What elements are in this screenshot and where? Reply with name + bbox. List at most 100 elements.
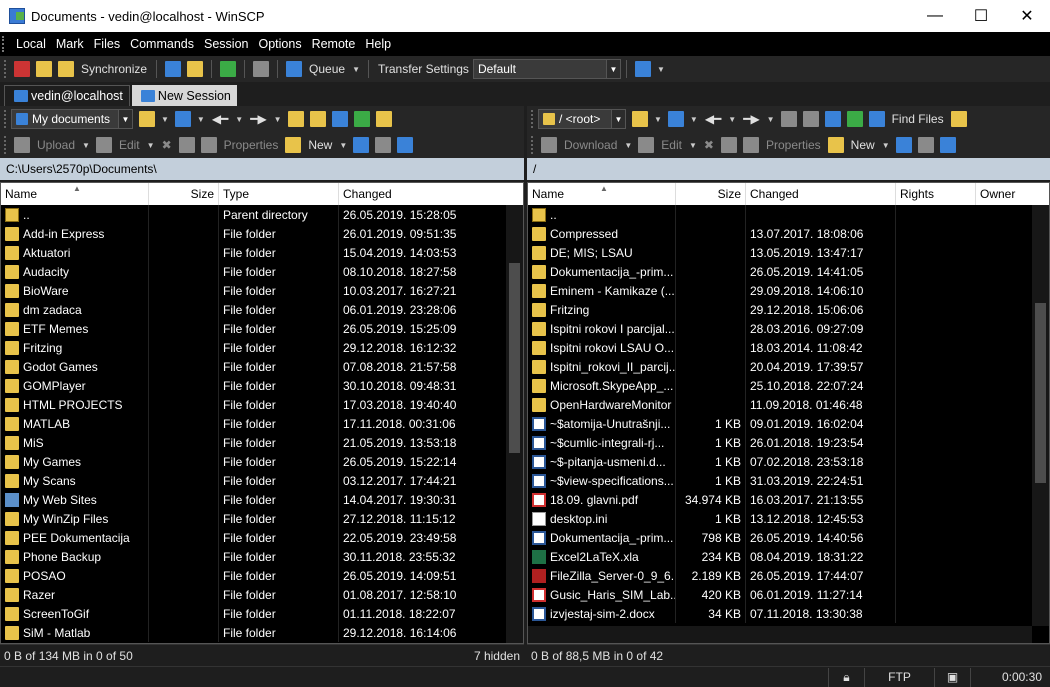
table-row[interactable]: Fritzing File folder 29.12.2018. 16:12:32 <box>1 338 523 357</box>
table-row[interactable]: Ispitni_rokovi_II_parcij... 20.04.2019. 1… <box>528 357 1049 376</box>
gear-icon[interactable] <box>253 61 270 77</box>
chevron-down-icon[interactable]: ▼ <box>197 115 205 124</box>
toolbar-grip[interactable] <box>531 110 534 128</box>
table-row[interactable]: Gusic_Haris_SIM_Lab... 420 KB 06.01.2019. … <box>528 585 1049 604</box>
chevron-down-icon[interactable]: ▼ <box>728 115 736 124</box>
close-button[interactable]: ✕ <box>1004 0 1050 32</box>
column-owner[interactable]: Owner <box>976 183 1046 205</box>
table-row[interactable]: 18.09. glavni.pdf 34.974 KB 16.03.2017. 21… <box>528 490 1049 509</box>
open-directory-icon[interactable] <box>632 111 648 127</box>
table-row[interactable]: PEE Dokumentacija File folder 22.05.2019. … <box>1 528 523 547</box>
transfer-settings-select[interactable]: Default ▼ <box>472 59 621 79</box>
table-row[interactable]: FileZilla_Server-0_9_6... 2.189 KB 26.05.2… <box>528 566 1049 585</box>
chevron-down-icon[interactable]: ▼ <box>611 110 625 128</box>
menu-session[interactable]: Session <box>199 37 253 51</box>
table-row[interactable]: ~$atomija-Unutrašnji... 1 KB 09.01.2019. 1… <box>528 414 1049 433</box>
parent-directory-icon[interactable] <box>780 111 797 127</box>
local-file-list[interactable]: ▲ Name Size Type Changed .. Parent direct… <box>0 182 524 644</box>
forward-icon[interactable]: ━▶ <box>246 112 270 126</box>
menu-files[interactable]: Files <box>89 37 125 51</box>
preferences-icon[interactable] <box>634 61 651 77</box>
table-row[interactable]: My WinZip Files File folder 27.12.2018. 11… <box>1 509 523 528</box>
menu-options[interactable]: Options <box>253 37 306 51</box>
table-row[interactable]: ~$cumlic-integrali-rj... 1 KB 26.01.2018. … <box>528 433 1049 452</box>
properties-button[interactable]: Properties <box>220 138 283 152</box>
home-icon[interactable] <box>331 111 348 127</box>
edit-icon[interactable] <box>95 137 112 153</box>
home-icon[interactable] <box>824 111 841 127</box>
table-row[interactable]: OpenHardwareMonitor 11.09.2018. 01:46:48 <box>528 395 1049 414</box>
column-changed[interactable]: Changed <box>746 183 896 205</box>
queue-icon[interactable] <box>220 61 237 77</box>
table-row[interactable]: MiS File folder 21.05.2019. 13:53:18 <box>1 433 523 452</box>
column-rights[interactable]: Rights <box>896 183 976 205</box>
table-row[interactable]: Dokumentacija_-prim... 26.05.2019. 14:41:… <box>528 262 1049 281</box>
table-row[interactable]: Dokumentacija_-prim... 798 KB 26.05.2019. … <box>528 528 1049 547</box>
table-row[interactable]: Compressed 13.07.2017. 18:08:06 <box>528 224 1049 243</box>
chevron-down-icon[interactable]: ▼ <box>767 115 775 124</box>
table-row[interactable]: GOMPlayer File folder 30.10.2018. 09:48:31 <box>1 376 523 395</box>
remote-horizontal-scrollbar[interactable] <box>528 626 1032 643</box>
table-row[interactable]: ETF Memes File folder 26.05.2019. 15:25:09 <box>1 319 523 338</box>
table-row[interactable]: ~$view-specifications... 1 KB 31.03.2019. … <box>528 471 1049 490</box>
table-row[interactable]: Eminem - Kamikaze (... 29.09.2018. 14:06:… <box>528 281 1049 300</box>
column-changed[interactable]: Changed <box>339 183 519 205</box>
download-icon[interactable] <box>541 137 557 153</box>
table-row[interactable]: ~$-pitanja-usmeni.d... 1 KB 07.02.2018. 23… <box>528 452 1049 471</box>
queue-button[interactable]: Queue <box>305 62 349 76</box>
tree-icon[interactable] <box>950 111 967 127</box>
local-location-select[interactable]: My documents ▼ <box>11 109 133 129</box>
parent-directory-icon[interactable] <box>287 111 304 127</box>
filter-icon[interactable] <box>174 111 191 127</box>
chevron-down-icon[interactable]: ▼ <box>118 110 132 128</box>
chevron-down-icon[interactable]: ▼ <box>274 115 282 124</box>
open-terminal-icon[interactable] <box>165 61 182 77</box>
unselect-all-icon[interactable] <box>917 137 934 153</box>
table-row[interactable]: Razer File folder 01.08.2017. 12:58:10 <box>1 585 523 604</box>
table-row[interactable]: Aktuatori File folder 15.04.2019. 14:03:53 <box>1 243 523 262</box>
putty-icon[interactable] <box>187 61 204 77</box>
toolbar-grip[interactable] <box>531 136 534 154</box>
table-row[interactable]: MATLAB File folder 17.11.2018. 00:31:06 <box>1 414 523 433</box>
compare-directories-icon[interactable] <box>14 61 30 77</box>
refresh-icon[interactable] <box>846 111 863 127</box>
properties-icon[interactable] <box>742 137 759 153</box>
maximize-button[interactable]: ☐ <box>958 0 1004 32</box>
refresh-icon[interactable] <box>353 111 370 127</box>
table-row[interactable]: Godot Games File folder 07.08.2018. 21:57:… <box>1 357 523 376</box>
table-row[interactable]: SiM - Matlab File folder 29.12.2018. 16:14… <box>1 623 523 642</box>
chevron-down-icon[interactable]: ▼ <box>657 65 665 74</box>
delete-icon[interactable]: ✖ <box>700 138 718 152</box>
chevron-down-icon[interactable]: ▼ <box>339 141 347 150</box>
chevron-down-icon[interactable]: ▼ <box>654 115 662 124</box>
table-row[interactable]: Ispitni rokovi I parcijal... 28.03.2016. … <box>528 319 1049 338</box>
chevron-down-icon[interactable]: ▼ <box>161 115 169 124</box>
table-row[interactable]: My Scans File folder 03.12.2017. 17:44:21 <box>1 471 523 490</box>
toolbar-grip[interactable] <box>2 36 5 52</box>
filter-icon[interactable] <box>667 111 684 127</box>
chevron-down-icon[interactable]: ▼ <box>147 141 155 150</box>
table-row[interactable]: .. <box>528 205 1049 224</box>
toolbar-grip[interactable] <box>4 110 7 128</box>
queue-list-icon[interactable] <box>286 61 303 77</box>
table-row[interactable]: Microsoft.SkypeApp_... 25.10.2018. 22:07:… <box>528 376 1049 395</box>
table-row[interactable]: desktop.ini 1 KB 13.12.2018. 12:45:53 <box>528 509 1049 528</box>
synchronize-icon[interactable] <box>58 61 74 77</box>
remote-location-select[interactable]: / <root> ▼ <box>538 109 626 129</box>
chevron-down-icon[interactable]: ▼ <box>690 115 698 124</box>
new-button[interactable]: New <box>304 138 336 152</box>
find-files-button[interactable]: Find Files <box>888 112 948 126</box>
keep-up-to-date-icon[interactable] <box>36 61 52 77</box>
menu-remote[interactable]: Remote <box>307 37 361 51</box>
remote-file-list[interactable]: ▲ Name Size Changed Rights Owner .. Compr… <box>527 182 1050 644</box>
table-row[interactable]: ScreenToGif File folder 01.11.2018. 18:22:… <box>1 604 523 623</box>
scrollbar-thumb[interactable] <box>509 263 520 453</box>
invert-selection-icon[interactable] <box>939 137 956 153</box>
table-row[interactable]: BioWare File folder 10.03.2017. 16:27:21 <box>1 281 523 300</box>
select-all-icon[interactable] <box>895 137 912 153</box>
upload-button[interactable]: Upload <box>33 138 79 152</box>
table-row[interactable]: .. Parent directory 26.05.2019. 15:28:05 <box>1 205 523 224</box>
chevron-down-icon[interactable]: ▼ <box>605 60 620 78</box>
invert-selection-icon[interactable] <box>397 137 414 153</box>
minimize-button[interactable]: — <box>912 0 958 32</box>
